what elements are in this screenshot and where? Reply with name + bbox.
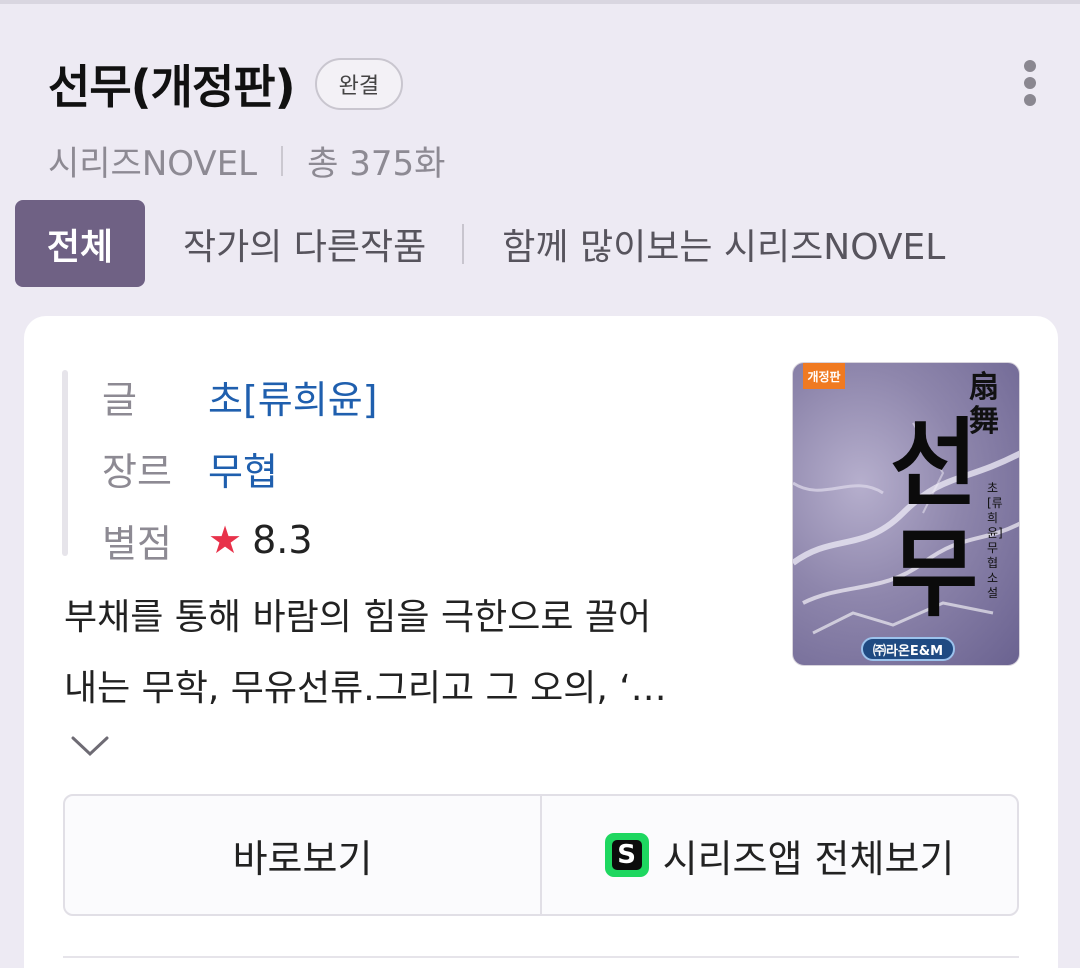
series-app-icon: S	[604, 833, 649, 877]
tab-bar: 전체 작가의 다른작품 함께 많이보는 시리즈NOVEL	[15, 200, 945, 287]
top-divider	[0, 0, 1080, 4]
star-icon: ★	[208, 518, 243, 562]
cover-edition-tag: 개정판	[803, 363, 845, 389]
cover-author: 초[류희윤] 무협소설	[987, 481, 1003, 600]
platform-label: 시리즈NOVEL	[48, 144, 258, 184]
genre-row: 장르 무협	[102, 432, 378, 504]
tab-all[interactable]: 전체	[15, 200, 145, 287]
status-badge: 완결	[314, 58, 404, 110]
more-options-icon[interactable]	[1012, 56, 1048, 110]
series-meta: 시리즈NOVEL 총 375화	[48, 136, 445, 185]
info-accent-bar	[62, 370, 68, 556]
author-link[interactable]: 초[류희윤]	[208, 369, 378, 424]
rating-value: 8.3	[252, 518, 313, 562]
author-row: 글 초[류희윤]	[102, 360, 378, 432]
tab-separator	[462, 223, 465, 264]
app-icon-letter: S	[611, 840, 642, 870]
cover-title: 선무	[889, 407, 978, 630]
author-label: 글	[102, 377, 137, 422]
dot	[1024, 77, 1036, 89]
description-line: 부채를 통해 바람의 힘을 극한으로 끌어	[64, 597, 652, 638]
episode-count: 총 375화	[307, 144, 446, 184]
cover-publisher: ㈜라온E&M	[861, 637, 956, 661]
tab-related-series[interactable]: 함께 많이보는 시리즈NOVEL	[502, 218, 945, 270]
dot	[1024, 60, 1036, 72]
genre-label: 장르	[102, 449, 172, 494]
tab-author-works[interactable]: 작가의 다른작품	[183, 218, 426, 270]
read-now-label: 바로보기	[232, 836, 373, 881]
rating-label: 별점	[102, 521, 172, 566]
chevron-down-icon[interactable]	[70, 734, 110, 758]
read-now-button[interactable]: 바로보기	[65, 796, 540, 914]
series-app-label: 시리즈앱 전체보기	[662, 836, 955, 881]
description-line: 내는 무학, 무유선류.그리고 그 오의, ‘…	[64, 668, 667, 709]
title-row: 선무(개정판) 완결	[48, 52, 404, 116]
book-info: 글 초[류희윤] 장르 무협 별점 ★ 8.3	[102, 360, 378, 576]
book-card: 글 초[류희윤] 장르 무협 별점 ★ 8.3 개정판 扇舞 선무 초[류희윤]…	[24, 316, 1058, 968]
genre-link[interactable]: 무협	[208, 441, 278, 496]
book-cover[interactable]: 개정판 扇舞 선무 초[류희윤] 무협소설 ㈜라온E&M	[792, 362, 1020, 666]
series-app-button[interactable]: S 시리즈앱 전체보기	[540, 796, 1017, 914]
page-title: 선무(개정판)	[48, 60, 296, 114]
action-buttons: 바로보기 S 시리즈앱 전체보기	[63, 794, 1019, 916]
book-description: 부채를 통해 바람의 힘을 극한으로 끌어 내는 무학, 무유선류.그리고 그 …	[64, 582, 754, 724]
dot	[1024, 94, 1036, 106]
rating-row: 별점 ★ 8.3	[102, 504, 378, 576]
card-divider	[63, 956, 1019, 958]
meta-separator	[281, 145, 284, 176]
